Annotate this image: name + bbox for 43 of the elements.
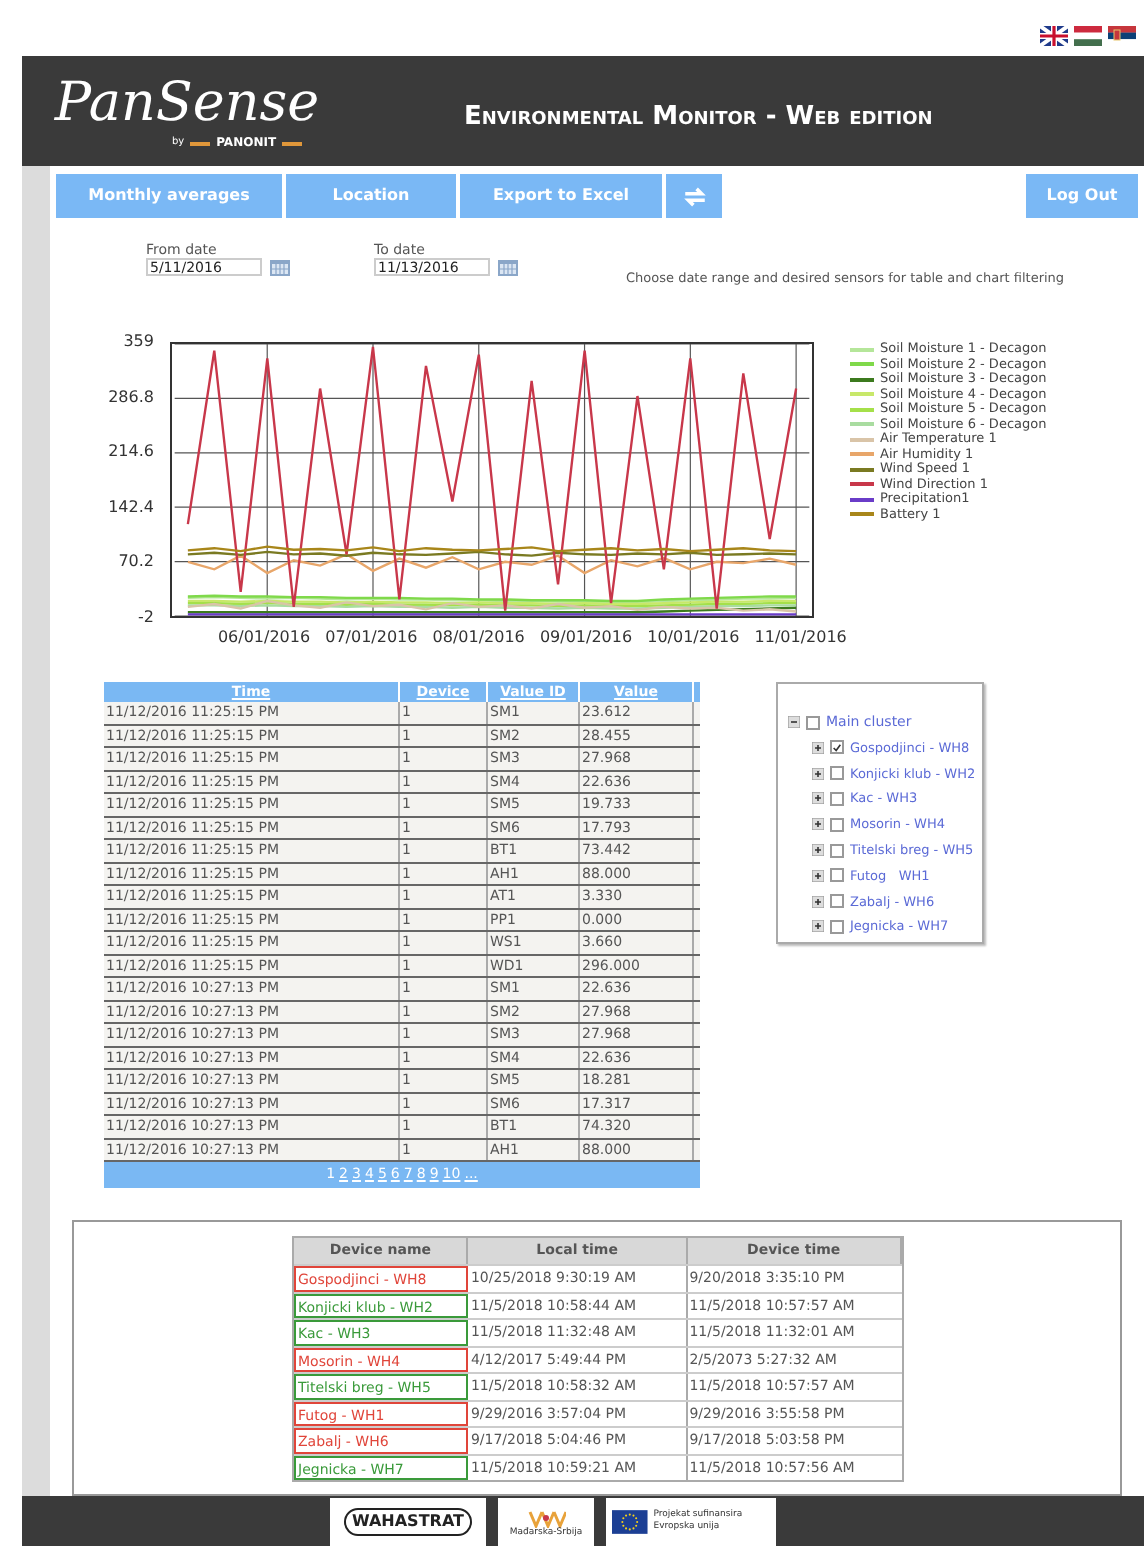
nav-button[interactable]: Log Out	[1026, 174, 1138, 219]
hungarian-flag-icon[interactable]	[1074, 26, 1102, 46]
axis-label: 06/01/2016	[217, 628, 310, 649]
checkbox[interactable]	[830, 919, 844, 934]
nav-button[interactable]: Monthly averages	[56, 174, 282, 219]
logo-wordmark: PanSense	[54, 74, 320, 135]
checkbox[interactable]	[830, 817, 844, 832]
checkbox[interactable]	[830, 868, 844, 883]
nav-button[interactable]: Location	[286, 174, 456, 219]
refresh-icon	[681, 183, 707, 210]
expand-icon[interactable]	[812, 792, 824, 805]
expand-icon[interactable]	[812, 844, 824, 857]
program-logo-icon	[526, 1509, 566, 1528]
serbian-flag-icon[interactable]	[1108, 26, 1136, 46]
expand-icon[interactable]	[812, 920, 824, 933]
checkbox[interactable]	[830, 791, 844, 806]
wahastrat-logo: WAHASTRAT	[344, 1507, 472, 1536]
expand-icon[interactable]	[812, 767, 824, 780]
axis-label: 10/01/2016	[647, 628, 740, 649]
checkbox[interactable]	[806, 715, 820, 730]
checkbox[interactable]	[830, 740, 844, 755]
checkbox[interactable]	[830, 843, 844, 858]
axis-label: 08/01/2016	[432, 628, 525, 649]
axis-label: 286.8	[108, 389, 154, 406]
expand-icon[interactable]	[812, 741, 824, 754]
axis-label: 07/01/2016	[325, 628, 418, 649]
axis-label: 11/01/2016	[754, 628, 847, 649]
eu-flag-icon	[612, 1505, 648, 1538]
collapse-icon[interactable]	[788, 716, 800, 729]
app-title: Environmental Monitor - Web edition	[464, 99, 933, 136]
expand-icon[interactable]	[812, 869, 824, 882]
axis-label: 09/01/2016	[539, 628, 632, 649]
checkbox[interactable]	[830, 894, 844, 909]
axis-label: 359	[123, 334, 154, 351]
axis-label: -2	[138, 610, 154, 627]
nav-button[interactable]: Export to Excel	[460, 174, 662, 219]
axis-label: 214.6	[108, 444, 154, 461]
axis-label: 142.4	[108, 499, 154, 516]
expand-icon[interactable]	[812, 818, 824, 831]
expand-icon[interactable]	[812, 895, 824, 908]
axis-label: 70.2	[118, 554, 154, 571]
english-flag-icon[interactable]	[1040, 26, 1068, 46]
checkbox[interactable]	[830, 766, 844, 781]
